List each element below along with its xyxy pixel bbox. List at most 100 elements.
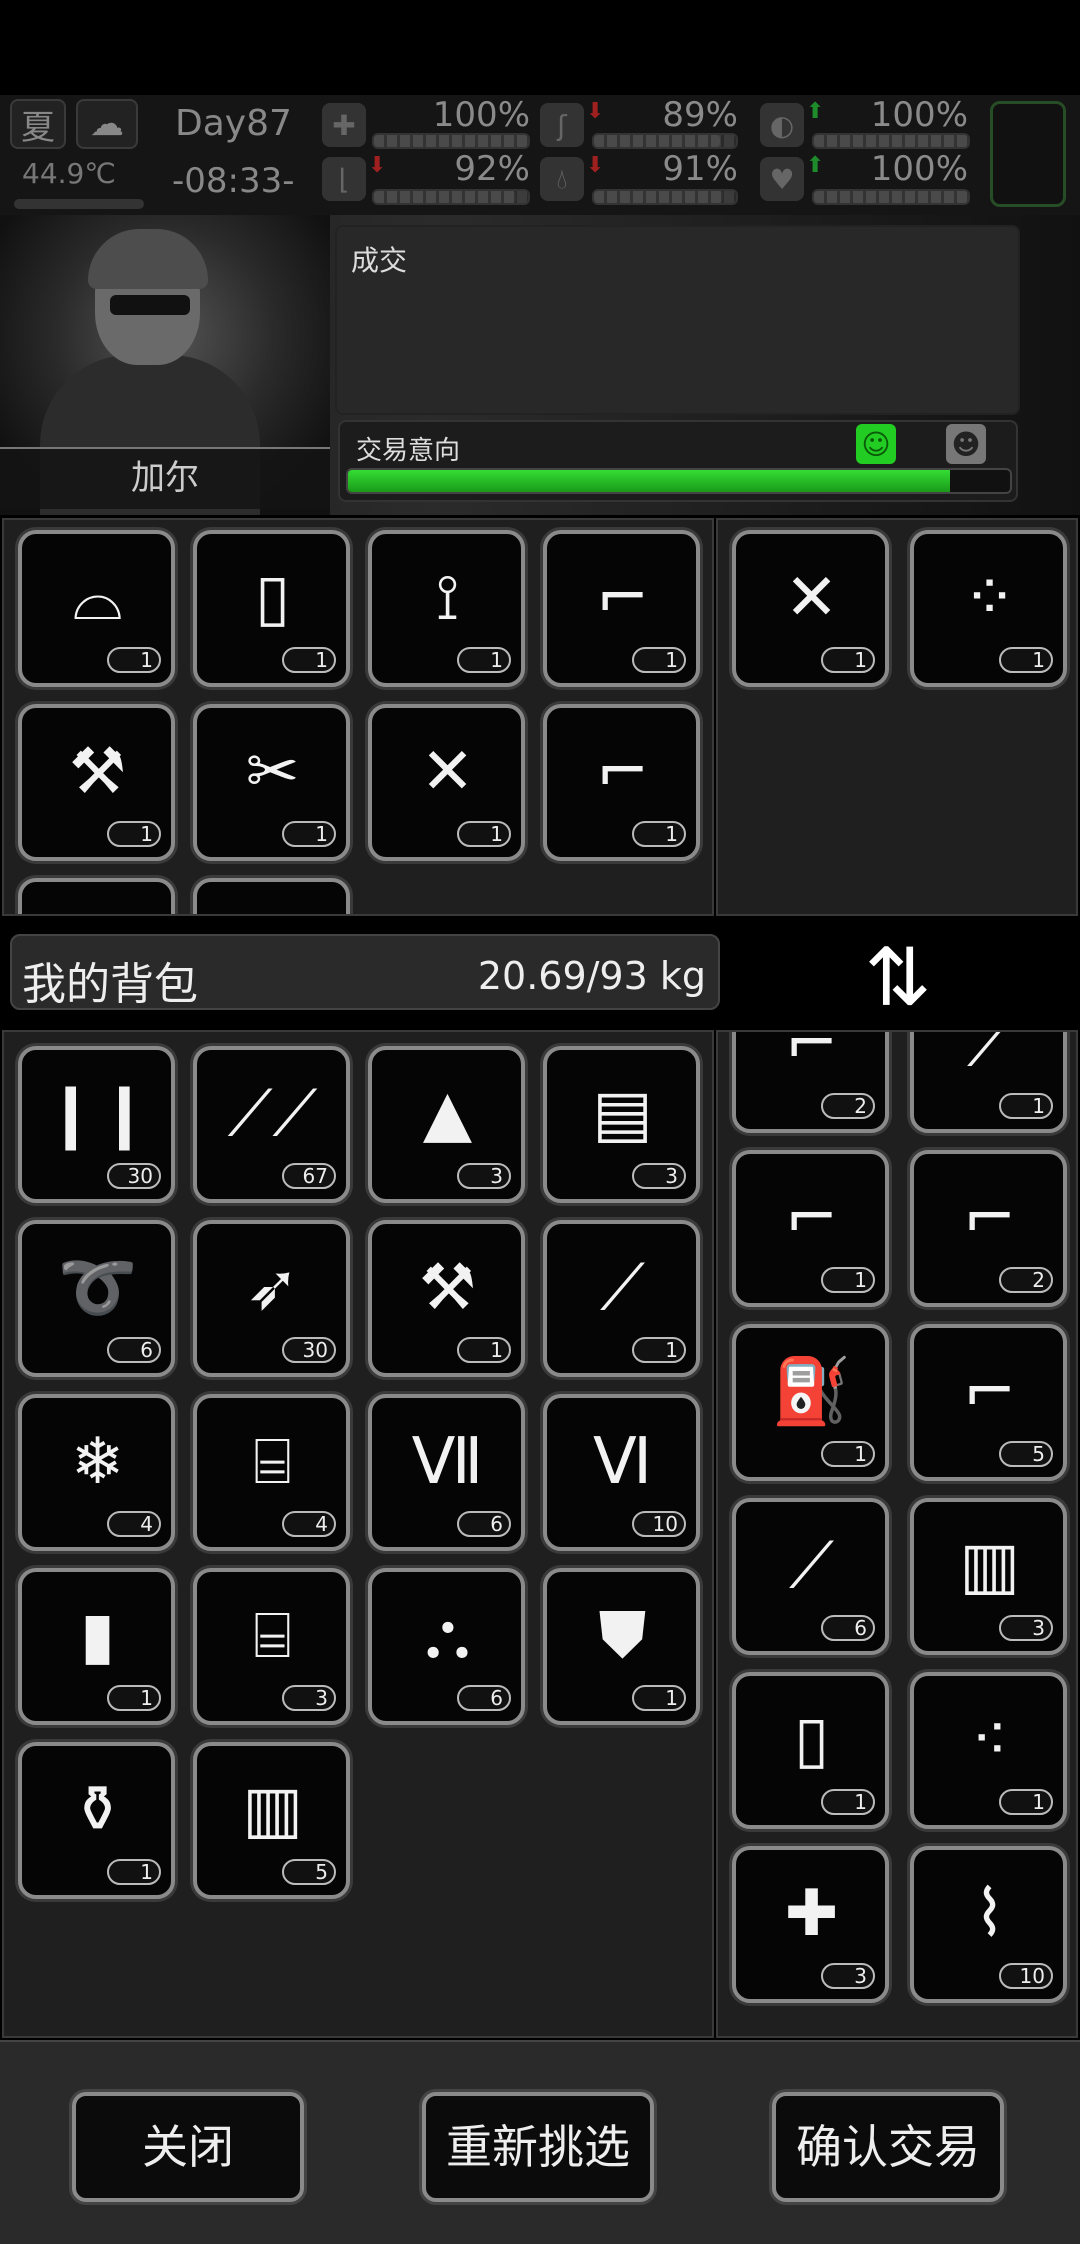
action-bar: 关闭 重新挑选 确认交易 xyxy=(0,2040,1080,2244)
item-count: 1 xyxy=(457,647,511,673)
mood-value: 100% xyxy=(870,95,968,135)
item-count: 10 xyxy=(999,1963,1053,1989)
item-slot[interactable]: ⛊ 1 xyxy=(543,1568,700,1725)
item-slot[interactable]: ⟟ 1 xyxy=(368,530,525,687)
item-slot[interactable]: ✕ 1 xyxy=(368,704,525,861)
item-slot[interactable]: ⟋ 6 xyxy=(732,1498,889,1655)
item-slot[interactable]: ⌐ 5 xyxy=(910,1324,1067,1481)
item-slot[interactable]: ▥ 3 xyxy=(910,1498,1067,1655)
item-slot[interactable]: ▥ 5 xyxy=(193,1742,350,1899)
quick-slot[interactable] xyxy=(990,101,1066,207)
npc-panel: 加尔 成交 交易意向 ☺ ☻ xyxy=(0,215,1080,515)
reselect-button[interactable]: 重新挑选 xyxy=(422,2092,654,2202)
heart-icon: ♥ xyxy=(760,157,804,201)
stamina-value: 92% xyxy=(454,149,530,189)
assault-rifle-icon: ✕ xyxy=(420,735,475,809)
pills-icon: ⁖ xyxy=(970,1703,1009,1777)
item-slot[interactable]: ⚒ 1 xyxy=(18,704,175,861)
item-count: 1 xyxy=(821,1267,875,1293)
item-slot[interactable]: ▯ 1 xyxy=(193,530,350,687)
item-count: 3 xyxy=(457,1163,511,1189)
lanterns-icon: ⛬ xyxy=(425,1599,470,1673)
item-count: 1 xyxy=(821,1789,875,1815)
item-slot[interactable]: ⟋ 1 xyxy=(543,1220,700,1377)
item-slot[interactable]: ⌐ 1 xyxy=(543,530,700,687)
item-slot[interactable]: ▤ 3 xyxy=(543,1046,700,1203)
cloud-icon: ☁ xyxy=(76,99,138,149)
item-slot[interactable]: ❄ 4 xyxy=(18,1394,175,1551)
item-slot[interactable]: ✚ 3 xyxy=(732,1846,889,2003)
item-count: 4 xyxy=(282,1511,336,1537)
hatchet-icon: ⚒ xyxy=(418,1251,477,1325)
boot-icon: ⌊ xyxy=(322,157,366,201)
paper-rolls-icon: ⌇ xyxy=(973,1877,1006,1951)
toolbox-icon: ⌸ xyxy=(253,1425,292,1499)
item-count: 1 xyxy=(282,821,336,847)
item-slot[interactable]: ⛬ 6 xyxy=(368,1568,525,1725)
item-count: 1 xyxy=(999,1789,1053,1815)
item-slot[interactable]: ⌐ 1 xyxy=(543,704,700,861)
item-slot[interactable]: ➰ 6 xyxy=(18,1220,175,1377)
item-slot[interactable]: ⌓ 1 xyxy=(18,530,175,687)
item-slot[interactable]: ⚱ 1 xyxy=(18,1742,175,1899)
item-slot[interactable]: ⁘ 1 xyxy=(910,530,1067,687)
item-count: 5 xyxy=(999,1441,1053,1467)
item-slot[interactable]: ✕ 1 xyxy=(732,530,889,687)
item-slot[interactable]: ⌐ 2 xyxy=(732,1032,889,1133)
trade-intent: 交易意向 ☺ ☻ xyxy=(338,420,1018,502)
repair-kit-icon: ⌸ xyxy=(253,1599,292,1673)
close-button[interactable]: 关闭 xyxy=(72,2092,304,2202)
bullets-icon: ❙❙ xyxy=(43,1077,152,1151)
item-slot[interactable]: ❙❙ 30 xyxy=(18,1046,175,1203)
bottle-icon: ▯ xyxy=(793,1703,830,1777)
item-slot[interactable]: ▲ 3 xyxy=(368,1046,525,1203)
health-bar xyxy=(372,133,530,149)
item-count: 1 xyxy=(632,647,686,673)
item-slot[interactable]: ▯ 1 xyxy=(732,1672,889,1829)
swap-icon[interactable]: ⇅ xyxy=(850,930,946,1026)
item-slot[interactable]: ⟋⟋ 67 xyxy=(193,1046,350,1203)
item-count: 1 xyxy=(632,1337,686,1363)
item-slot[interactable]: ⌸ 4 xyxy=(193,1394,350,1551)
bag-weight: 20.69/93 kg xyxy=(477,954,706,998)
item-slot[interactable] xyxy=(18,878,175,914)
rope-icon: ➰ xyxy=(57,1251,138,1325)
item-slot[interactable]: ⌇ 10 xyxy=(910,1846,1067,2003)
dialog-text: 成交 xyxy=(351,244,408,277)
item-count: 30 xyxy=(282,1337,336,1363)
item-slot[interactable]: Ⅶ6 xyxy=(368,1394,525,1551)
item-slot[interactable] xyxy=(193,878,350,914)
item-slot[interactable]: ⚒ 1 xyxy=(368,1220,525,1377)
item-count: 1 xyxy=(457,821,511,847)
status-bar: 夏 ☁ 44.9℃ Day87 -08:33- ✚ 100% ʃ ⬇ 89% ◐… xyxy=(0,95,1080,215)
mood-bar-fill xyxy=(814,135,968,147)
item-slot[interactable]: ⛽ 1 xyxy=(732,1324,889,1481)
item-slot[interactable]: ⌐ 2 xyxy=(910,1150,1067,1307)
item-slot[interactable]: ⟋ 1 xyxy=(910,1032,1067,1133)
item-count: 4 xyxy=(107,1511,161,1537)
heart-value: 100% xyxy=(870,149,968,189)
time-label: -08:33- xyxy=(172,161,295,201)
pill-icon: ◐ xyxy=(760,103,804,147)
item-count: 3 xyxy=(632,1163,686,1189)
heart-bar xyxy=(812,189,970,205)
item-slot[interactable]: ▮ 1 xyxy=(18,1568,175,1725)
item-count: 1 xyxy=(107,1859,161,1885)
item-slot[interactable]: ⌐ 1 xyxy=(732,1150,889,1307)
npc-dialog: 成交 xyxy=(335,225,1020,415)
confirm-trade-button[interactable]: 确认交易 xyxy=(772,2092,1004,2202)
grin-face-icon: ☻ xyxy=(946,424,986,464)
item-count: 1 xyxy=(282,647,336,673)
item-slot[interactable]: Ⅵ 10 xyxy=(543,1394,700,1551)
pill-bottle-spill-icon: ⚱ xyxy=(70,1773,125,1847)
stomach-icon: ʃ xyxy=(540,103,584,147)
medkit-icon: ✚ xyxy=(322,103,366,147)
frying-pan-lid-icon: ⌓ xyxy=(72,561,123,635)
item-count: 6 xyxy=(457,1685,511,1711)
item-slot[interactable]: ✂ 1 xyxy=(193,704,350,861)
item-slot[interactable]: ➶ 30 xyxy=(193,1220,350,1377)
ice-icon: ❄ xyxy=(70,1425,125,1499)
item-slot[interactable]: ⁖ 1 xyxy=(910,1672,1067,1829)
grenade-icon: ▮ xyxy=(79,1599,116,1673)
item-slot[interactable]: ⌸ 3 xyxy=(193,1568,350,1725)
